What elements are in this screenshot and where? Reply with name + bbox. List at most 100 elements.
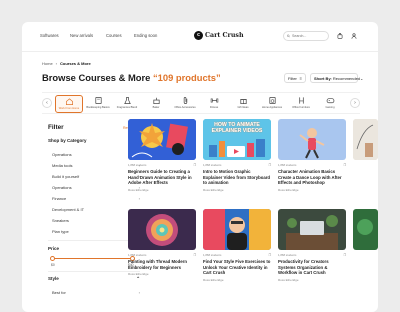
category-next-button[interactable]: › (350, 98, 360, 108)
breadcrumb-home[interactable]: Home (42, 61, 53, 66)
home-icon (65, 98, 73, 106)
nav-link-softwares[interactable]: Softwares (40, 33, 59, 38)
course-author: Russ Etheridge (128, 272, 149, 277)
chevron-down-icon: ⌄ (360, 75, 364, 81)
category-label: Gaming (325, 106, 335, 109)
category-bookkeeping[interactable]: Bookkeeping Basics (84, 95, 112, 113)
logo-mark-icon: c (194, 31, 203, 40)
option-label: Operations (52, 185, 72, 190)
course-card[interactable]: 1,868 students ❐ Productivity for Creator… (278, 209, 346, 282)
breadcrumb: Home › Courses & More (42, 61, 91, 66)
price-min-handle[interactable] (49, 256, 55, 261)
category-office-furniture[interactable]: Office Furniture (287, 95, 315, 113)
category-gift-ideas[interactable]: Gift Ideas (229, 95, 257, 113)
course-thumbnail (203, 209, 271, 250)
course-students: 1,868 students (128, 253, 147, 257)
category-option[interactable]: Development & IT› (52, 207, 140, 212)
bookmark-icon[interactable]: ❐ (343, 163, 346, 167)
price-range-track (52, 258, 132, 260)
shop-by-category-toggle[interactable]: Shop by Category ⌃ (48, 138, 140, 144)
course-card[interactable] (353, 119, 378, 160)
category-label: Office Accessories (174, 106, 196, 109)
gift-icon (239, 99, 247, 105)
flask-icon (123, 96, 131, 105)
divider (48, 240, 140, 241)
breadcrumb-current: Courses & More (60, 61, 91, 66)
option-label: Sneakers (52, 218, 69, 223)
course-title: Painting with Thread Modern Embroidery f… (128, 259, 187, 270)
chevron-right-icon: › (138, 290, 140, 295)
sort-dropdown[interactable]: Short By: Recommended ⌄ (310, 73, 363, 83)
category-option[interactable]: Operations› (52, 152, 140, 157)
category-home-appliances[interactable]: Home Appliances (258, 95, 286, 113)
option-label: Finance (52, 196, 67, 201)
course-card[interactable]: 1,868 students ❐ Painting with Thread Mod… (128, 209, 196, 276)
course-author: Russ Etheridge (278, 277, 299, 282)
filter-heading: Filter (48, 124, 64, 131)
nav-link-courses[interactable]: Courses (106, 33, 122, 38)
price-toggle[interactable]: Price ⌃ (48, 246, 140, 252)
course-card[interactable]: HOW TO ANIMATE EXPLAINER VIDEOS 1,868 st… (203, 119, 271, 192)
bookmark-icon[interactable]: ❐ (193, 163, 196, 167)
search-input[interactable] (292, 34, 328, 38)
product-count: “109 products” (152, 72, 221, 83)
page: Softwares New arrivals Courses Ending so… (22, 22, 378, 312)
option-label: Media tools (52, 163, 73, 168)
style-option[interactable]: Best for › (52, 290, 140, 295)
chair-icon (298, 97, 304, 104)
category-label: Home Appliances (261, 106, 283, 109)
category-work-from-home[interactable]: Work From Home (55, 95, 83, 113)
style-toggle[interactable]: Style ⌃ (48, 276, 140, 282)
option-label: Plan type (52, 229, 69, 234)
category-option[interactable]: Finance › (52, 196, 140, 201)
course-thumbnail (128, 209, 196, 250)
chevron-up-icon: ⌃ (136, 276, 140, 281)
course-card[interactable]: 1,868 students ❐ Character Animation Basi… (278, 119, 346, 192)
course-card[interactable]: 1,868 students ❐ Beginners Guide to Creat… (128, 119, 196, 192)
course-students: 1,868 students (278, 163, 297, 167)
book-icon (94, 96, 102, 105)
category-option[interactable]: Sneakers› (52, 218, 140, 223)
category-office-accessories[interactable]: Office Accessories (171, 95, 199, 113)
category-option[interactable]: Plan type› (52, 229, 140, 234)
page-title: Browse Courses & More “109 products” (42, 72, 221, 83)
logo[interactable]: c Cart Crush (194, 31, 244, 40)
course-author: Russ Etheridge (128, 187, 149, 192)
category-gaming[interactable]: Gaming (316, 95, 344, 113)
bookmark-icon[interactable]: ❐ (268, 163, 271, 167)
course-card[interactable] (353, 209, 378, 250)
nav-link-ending-soon[interactable]: Ending soon (134, 33, 157, 38)
bookmark-icon[interactable]: ❐ (268, 253, 271, 257)
category-fitness[interactable]: Fitness (200, 95, 228, 113)
filter-button[interactable]: Filter ≡ (284, 73, 306, 83)
course-students: 1,868 students (278, 253, 297, 257)
category-option[interactable]: Operations› (52, 185, 140, 190)
category-option[interactable]: Build it yourself › (52, 174, 140, 179)
bookmark-icon[interactable]: ❐ (193, 253, 196, 257)
course-thumbnail: HOW TO ANIMATE EXPLAINER VIDEOS (203, 119, 271, 160)
search-box[interactable] (283, 31, 329, 41)
nav-link-new-arrivals[interactable]: New arrivals (70, 33, 93, 38)
breadcrumb-separator: › (55, 61, 58, 66)
category-prev-button[interactable]: ‹ (42, 98, 52, 108)
category-label: Work From Home (58, 107, 80, 110)
bag-icon[interactable] (335, 31, 345, 41)
course-thumbnail (353, 119, 378, 160)
course-author: Russ Etheridge (203, 187, 224, 192)
price-min-label: $0 (51, 263, 55, 267)
course-title: Find Your Style Five Exercises to Unlock… (203, 259, 271, 276)
course-card[interactable]: 1,868 students ❐ Find Your Style Five Exe… (203, 209, 271, 282)
category-baker[interactable]: Baker (142, 95, 170, 113)
course-author: Russ Etheridge (278, 187, 299, 192)
category-label: Fitness (209, 106, 219, 109)
category-option[interactable]: Media tools › (52, 163, 140, 168)
filter-button-label: Filter (288, 75, 297, 81)
filter-icon: ≡ (299, 75, 302, 81)
user-icon[interactable] (349, 31, 359, 41)
bookmark-icon[interactable]: ❐ (343, 253, 346, 257)
category-fragrances[interactable]: Fragrances Blend (113, 95, 141, 113)
course-students: 1,868 students (128, 163, 147, 167)
shop-by-category-label: Shop by Category (48, 138, 87, 143)
cake-icon (152, 97, 160, 105)
price-label: Price (48, 246, 60, 251)
